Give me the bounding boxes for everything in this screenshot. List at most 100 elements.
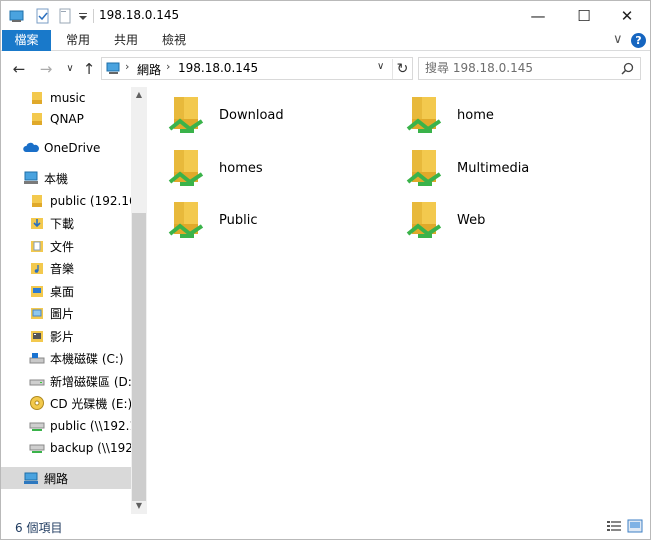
folder-name: Multimedia (457, 160, 530, 176)
sidebar-item-public-network[interactable]: public (\\192.16 (1, 415, 131, 437)
folder-icon (29, 90, 45, 106)
download-folder-icon (29, 215, 45, 231)
item-count: 6 個項目 (15, 521, 63, 535)
folder-tile-public[interactable]: Public (148, 196, 378, 244)
videos-folder-icon (29, 328, 45, 344)
breadcrumb-separator-icon[interactable]: › (125, 60, 129, 73)
sidebar-item-label: public (\\192.16 (50, 419, 131, 433)
pictures-folder-icon (29, 305, 45, 321)
sidebar-item-drive-c[interactable]: 本機磁碟 (C:) (1, 347, 131, 369)
search-input[interactable] (425, 61, 615, 75)
shared-folder-icon (168, 198, 208, 242)
refresh-icon[interactable]: ↻ (392, 59, 412, 79)
shared-folder-icon (406, 93, 446, 137)
folder-tile-download[interactable]: Download (148, 91, 378, 139)
close-button[interactable]: ✕ (604, 1, 650, 31)
sidebar-item-onedrive[interactable]: OneDrive (1, 137, 131, 159)
cloud-icon (23, 140, 39, 156)
sidebar-item-documents[interactable]: 文件 (1, 235, 131, 257)
sidebar-item-drive-d[interactable]: 新增磁碟區 (D:) (1, 370, 131, 392)
sidebar-item-label: QNAP (50, 112, 84, 126)
shared-folder-icon (406, 198, 446, 242)
ribbon-tabs: 檔案 常用 共用 檢視 ∨ ? (1, 30, 650, 51)
cd-drive-icon (29, 395, 45, 411)
tab-share[interactable]: 共用 (104, 30, 148, 51)
drive-icon (29, 373, 45, 389)
sidebar-item-music-library[interactable]: 音樂 (1, 257, 131, 279)
scroll-thumb[interactable] (132, 213, 146, 501)
recent-locations-chevron-icon[interactable]: ∨ (61, 63, 79, 74)
explorer-app-icon[interactable] (9, 8, 25, 24)
breadcrumb-host[interactable]: 198.18.0.145 (178, 61, 258, 75)
folder-name: Web (457, 212, 486, 228)
folder-icon (29, 193, 45, 209)
shared-folder-icon (406, 146, 446, 190)
network-drive-icon (29, 418, 45, 434)
properties-icon[interactable] (35, 8, 51, 24)
status-bar: 6 個項目 (1, 514, 650, 539)
windows-drive-icon (29, 350, 45, 366)
sidebar-item-qnap[interactable]: QNAP (1, 108, 131, 130)
sidebar-item-label: OneDrive (44, 141, 101, 155)
sidebar-item-label: public (192.168. (50, 194, 131, 208)
network-icon (23, 470, 39, 486)
search-icon[interactable] (621, 62, 634, 78)
breadcrumb-network[interactable]: 網路 (137, 61, 161, 78)
new-folder-icon[interactable] (57, 8, 73, 24)
navigation-pane: music QNAP OneDrive 本機 public (192.168. … (1, 87, 147, 514)
up-arrow-icon[interactable]: ↑ (80, 60, 98, 78)
folder-tile-web[interactable]: Web (386, 196, 616, 244)
sidebar-item-label: 音樂 (50, 261, 75, 276)
sidebar-item-network[interactable]: 網路 (1, 467, 131, 489)
sidebar-item-downloads[interactable]: 下載 (1, 212, 131, 234)
tab-file[interactable]: 檔案 (2, 30, 51, 51)
folder-name: home (457, 107, 494, 123)
folder-name: Download (219, 107, 284, 123)
help-icon[interactable]: ? (631, 33, 646, 48)
tab-view[interactable]: 檢視 (152, 30, 196, 51)
breadcrumb-separator-icon[interactable]: › (166, 60, 170, 73)
network-drive-icon (29, 440, 45, 456)
large-icons-view-icon[interactable] (627, 519, 643, 533)
address-bar[interactable]: › 網路 › 198.18.0.145 ∨ ↻ (101, 57, 413, 80)
sidebar-item-label: 本機 (44, 171, 69, 186)
maximize-button[interactable]: ☐ (561, 1, 607, 31)
minimize-button[interactable]: — (515, 1, 561, 31)
sidebar-item-videos[interactable]: 影片 (1, 325, 131, 347)
sidebar-item-label: 下載 (50, 216, 75, 231)
details-view-icon[interactable] (606, 519, 622, 533)
expand-ribbon-chevron-icon[interactable]: ∨ (613, 32, 623, 47)
tab-home[interactable]: 常用 (56, 30, 100, 51)
customize-qa-icon[interactable] (75, 8, 91, 24)
sidebar-item-label: 文件 (50, 239, 75, 254)
scroll-up-arrow-icon[interactable]: ▲ (131, 87, 147, 103)
folder-tile-multimedia[interactable]: Multimedia (386, 144, 616, 192)
sidebar-item-backup-network[interactable]: backup (\\192.1 (1, 437, 131, 459)
sidebar-item-label: CD 光碟機 (E:) (50, 396, 131, 411)
forward-arrow-icon[interactable]: → (37, 60, 55, 78)
address-toolbar: ← → ∨ ↑ › 網路 › 198.18.0.145 ∨ ↻ (1, 52, 650, 86)
back-arrow-icon[interactable]: ← (10, 60, 28, 78)
search-box[interactable] (418, 57, 641, 80)
navigation-scrollbar[interactable]: ▲ ▼ (131, 87, 147, 514)
desktop-folder-icon (29, 283, 45, 299)
network-location-icon (106, 61, 122, 79)
sidebar-item-music[interactable]: music (1, 87, 131, 109)
folder-tile-home[interactable]: home (386, 91, 616, 139)
sidebar-item-label: music (50, 91, 86, 105)
music-folder-icon (29, 260, 45, 276)
shared-folder-icon (168, 146, 208, 190)
sidebar-item-cd-drive[interactable]: CD 光碟機 (E:) (1, 392, 131, 414)
content-area: Download home homes Multimedia Public We… (148, 87, 650, 514)
sidebar-item-desktop[interactable]: 桌面 (1, 280, 131, 302)
sidebar-item-label: 本機磁碟 (C:) (50, 351, 124, 366)
sidebar-item-pictures[interactable]: 圖片 (1, 302, 131, 324)
folder-tile-homes[interactable]: homes (148, 144, 378, 192)
sidebar-item-this-pc[interactable]: 本機 (1, 167, 131, 189)
scroll-down-arrow-icon[interactable]: ▼ (131, 498, 147, 514)
shared-folder-icon (168, 93, 208, 137)
folder-icon (29, 111, 45, 127)
sidebar-item-public-mapped[interactable]: public (192.168. (1, 190, 131, 212)
address-history-chevron-icon[interactable]: ∨ (377, 61, 384, 72)
title-separator (93, 9, 94, 23)
